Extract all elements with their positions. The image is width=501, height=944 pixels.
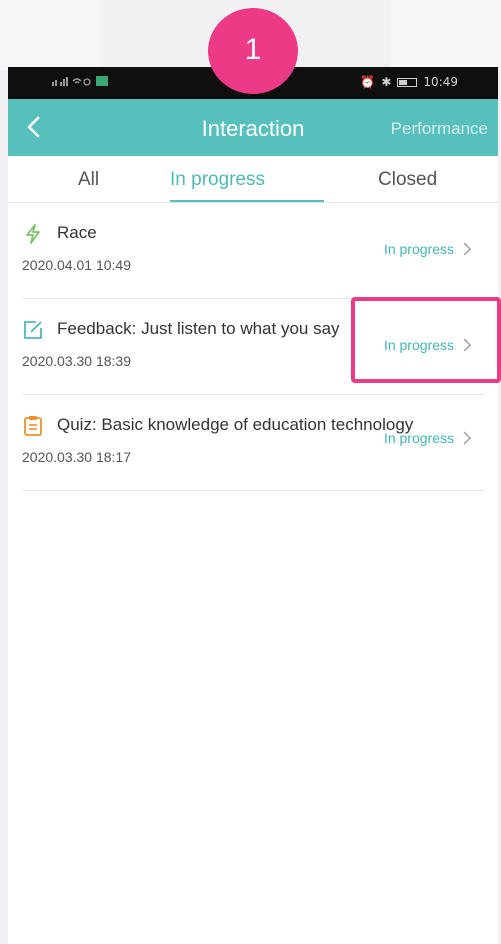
item-status: In progress — [383, 337, 454, 353]
status-icons-right: ⏰ ✱ 10:49 — [360, 75, 458, 89]
tab-bar: All In progress Closed — [8, 156, 498, 203]
item-date: 2020.03.30 18:17 — [22, 449, 131, 465]
performance-link[interactable]: Performance — [391, 119, 488, 139]
app-header: Interaction Performance — [8, 99, 498, 156]
chevron-right-icon — [463, 431, 471, 445]
edit-icon — [24, 321, 42, 339]
background-shape-left — [0, 0, 100, 70]
item-title: Feedback: Just listen to what you say — [57, 319, 340, 338]
bluetooth-icon: ✱ — [381, 75, 392, 89]
item-status: In progress — [383, 430, 454, 446]
list-item-race[interactable]: Race 2020.04.01 10:49 In progress — [22, 203, 484, 299]
status-time: 10:49 — [423, 75, 458, 89]
background-shape-right — [391, 0, 501, 70]
interaction-list: Race 2020.04.01 10:49 In progress Feedba… — [8, 203, 498, 491]
signal-icon — [52, 77, 91, 86]
tab-in-progress[interactable]: In progress — [170, 169, 265, 191]
step-number-badge: 1 — [208, 8, 298, 94]
item-title: Race — [57, 223, 97, 242]
list-item-feedback[interactable]: Feedback: Just listen to what you say 20… — [22, 299, 484, 395]
alarm-icon: ⏰ — [360, 75, 376, 89]
item-date: 2020.04.01 10:49 — [22, 257, 131, 273]
phone-screen: ⏰ ✱ 10:49 Interaction Performance All In… — [8, 67, 498, 944]
list-item-quiz[interactable]: Quiz: Basic knowledge of education techn… — [22, 395, 484, 491]
chevron-right-icon — [463, 242, 471, 256]
item-status: In progress — [383, 241, 454, 257]
tab-all[interactable]: All — [78, 169, 99, 191]
item-title: Quiz: Basic knowledge of education techn… — [57, 415, 414, 434]
chevron-right-icon — [463, 338, 471, 352]
tab-closed[interactable]: Closed — [378, 169, 437, 191]
clipboard-icon — [24, 416, 42, 436]
notification-icon — [96, 76, 108, 86]
battery-icon — [397, 77, 418, 87]
item-date: 2020.03.30 18:39 — [22, 353, 131, 369]
status-icons-left — [52, 76, 108, 87]
lightning-icon — [26, 224, 40, 244]
active-tab-indicator — [170, 200, 324, 202]
